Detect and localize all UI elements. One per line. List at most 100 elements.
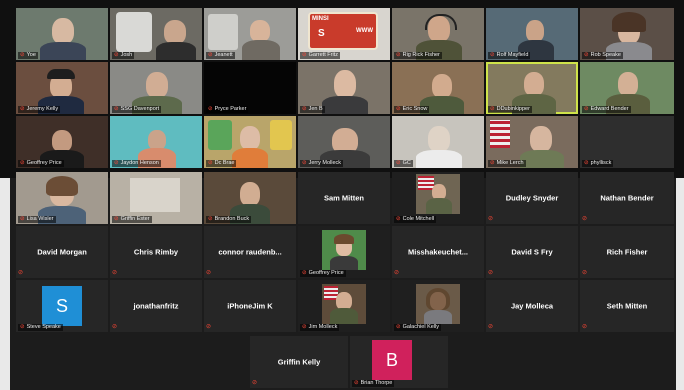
participant-tile-dc-brae[interactable]: ⊘ Dc Brae	[204, 116, 296, 168]
geoffrey-video	[322, 230, 366, 270]
participant-tile-rick[interactable]: ⊘ Rig Rick Fisher	[392, 8, 484, 60]
participant-tile-yoe[interactable]: ⊘ Yoe	[16, 8, 108, 60]
participant-name: ⊘ Galachiel Kelly	[394, 324, 441, 331]
galachiel-video	[416, 284, 460, 324]
participant-tile-jerry-molleck[interactable]: ⊘ Jerry Molleck	[298, 116, 390, 168]
minsi-patch: MINSI S WWW	[308, 12, 378, 50]
patch-text-minsi: MINSI	[312, 16, 329, 22]
muted-mic-icon: ⊘	[252, 380, 258, 386]
muted-mic-icon: ⊘	[302, 270, 307, 276]
wolf-drawing	[208, 14, 238, 50]
participant-name-center: Rich Fisher	[606, 247, 648, 257]
participant-tile-steve-speake[interactable]: S ⊘ Steve Speake	[16, 280, 108, 332]
cole-video	[416, 174, 460, 214]
participant-tile-sso-davenport[interactable]: ⊘ SSG Davenport	[110, 62, 202, 114]
muted-mic-icon: ⊘	[490, 106, 495, 112]
muted-mic-icon: ⊘	[114, 160, 119, 166]
participant-tile-mike-lerch[interactable]: ⊘ Mike Lerch	[486, 116, 578, 168]
muted-mic-icon: ⊘	[208, 106, 213, 112]
participant-tile-jeanett[interactable]: ⊘ Jeanett	[204, 8, 296, 60]
participant-tile-gc[interactable]: ⊘ GC	[392, 116, 484, 168]
participant-name: ⊘ Yoe	[18, 52, 38, 59]
patch-text-s: S	[318, 28, 325, 39]
scout-patch-left	[208, 120, 232, 150]
muted-mic-icon: ⊘	[488, 270, 494, 276]
participant-name: ⊘ Josh	[112, 52, 135, 59]
participant-tile-josh[interactable]: ⊘ Josh	[110, 8, 202, 60]
participant-name: ⊘ SSG Davenport	[112, 106, 162, 113]
participant-tile-rob-speake[interactable]: ⊘ Rob Speake	[580, 8, 674, 60]
participant-tile-jay-molleca[interactable]: Jay Molleca ⊘	[486, 280, 578, 332]
patch-text-www: WWW	[356, 28, 373, 34]
participant-name: ⊘ Rob Speake	[582, 52, 623, 59]
participant-tile-jen[interactable]: ⊘ Jen B	[298, 62, 390, 114]
participant-name: ⊘ Rolf Mayfield	[488, 52, 531, 59]
participant-body	[156, 42, 196, 60]
participant-name-center: Misshakeuchet...	[407, 247, 469, 257]
muted-mic-icon: ⊘	[208, 216, 213, 222]
participant-name-center: Seth Mitten	[606, 301, 648, 311]
participant-name: ⊘ Lisa Wisler	[18, 216, 56, 223]
muted-mic-icon: ⊘	[20, 216, 25, 222]
participant-body	[424, 310, 452, 324]
participant-tile-connor[interactable]: connor raudenb... ⊘	[204, 226, 296, 278]
participant-body	[242, 40, 280, 60]
participant-tile-geoffrey-top[interactable]: ⊘ Geoffrey Price	[16, 116, 108, 168]
participant-tile-misshakeuchet[interactable]: Misshakeuchet... ⊘	[392, 226, 484, 278]
participant-name: ⊘ Rig Rick Fisher	[394, 52, 442, 59]
avatar-initial: B	[385, 349, 398, 370]
participant-tile-iphonejim[interactable]: iPhoneJim K ⊘	[204, 280, 296, 332]
participant-body	[520, 150, 564, 168]
participant-tile-galachiel-kelly[interactable]: ⊘ Galachiel Kelly	[392, 280, 484, 332]
participant-tile-geoffrey-price[interactable]: ⊘ Geoffrey Price	[298, 226, 390, 278]
participant-tile-rolf[interactable]: ⊘ Rolf Mayfield	[486, 8, 578, 60]
participant-tile-nathan-bender[interactable]: Nathan Bender ⊘	[580, 172, 674, 224]
participant-body	[232, 148, 268, 168]
meeting-gallery: ⊘ Yoe ⊘ Josh ⊘ Jeanett MINSI S WWW ⊘ Garrett…	[0, 0, 684, 390]
participant-tile-lisa-wisler[interactable]: ⊘ Lisa Wisler	[16, 172, 108, 224]
flag	[490, 120, 510, 148]
participant-tile-cole-mitchell[interactable]: ⊘ Cole Mitchell	[392, 172, 484, 224]
participant-tile-phyllisck[interactable]: ⊘ phyllisck	[580, 116, 674, 168]
participant-tile-dustin[interactable]: ⊘ DDubinkipper	[486, 62, 578, 114]
hair	[426, 288, 450, 310]
participant-name-center: iPhoneJim K	[227, 301, 273, 311]
participant-tile-garrett[interactable]: MINSI S WWW ⊘ Garrett Fritz	[298, 8, 390, 60]
participant-name: ⊘ Edward Bender	[582, 106, 631, 113]
participant-tile-griffin-kelly[interactable]: Griffin Kelly ⊘	[250, 336, 348, 388]
participant-tile-seth-mitten[interactable]: Seth Mitten ⊘	[580, 280, 674, 332]
participant-tile-brian-thorpe[interactable]: B ⊘ Brian Thorpe	[350, 336, 448, 388]
participant-tile-brandon-buck[interactable]: ⊘ Brandon Buck	[204, 172, 296, 224]
participant-tile-david-s-fry[interactable]: David S Fry ⊘	[486, 226, 578, 278]
participant-name: ⊘ DDubinkipper	[488, 106, 532, 113]
wolf-drawing	[116, 12, 152, 52]
muted-mic-icon: ⊘	[302, 324, 307, 330]
participant-tile-david-morgan[interactable]: David Morgan ⊘	[16, 226, 108, 278]
participant-name: ⊘ Jeanett	[206, 52, 235, 59]
participant-name-center: Jay Molleca	[510, 301, 554, 311]
participant-name: ⊘ Jim Molleck	[300, 324, 340, 331]
participant-tile-jonathanfritz[interactable]: jonathanfritz ⊘	[110, 280, 202, 332]
participant-tile-jaydon[interactable]: ⊘ Jaydon Henson	[110, 116, 202, 168]
participant-tile-rich-fisher[interactable]: Rich Fisher ⊘	[580, 226, 674, 278]
participant-name: ⊘ Brandon Buck	[206, 216, 252, 223]
participant-tile-sam-mitten[interactable]: Sam Mitten	[298, 172, 390, 224]
participant-tile-dudley-snyder[interactable]: Dudley Snyder ⊘	[486, 172, 578, 224]
participant-tile-eric-snow[interactable]: ⊘ Eric Snow	[392, 62, 484, 114]
participant-name-center: Chris Rimby	[133, 247, 179, 257]
participant-face	[526, 20, 544, 42]
participant-tile-jeremy[interactable]: ⊘ Jeremy Kelly	[16, 62, 108, 114]
muted-mic-icon: ⊘	[488, 216, 494, 222]
participant-name-center: Griffin Kelly	[277, 357, 321, 367]
participant-tile-jim-molleck[interactable]: ⊘ Jim Molleck	[298, 280, 390, 332]
participant-tile-chris-rimby[interactable]: Chris Rimby ⊘	[110, 226, 202, 278]
participant-name: ⊘ Cole Mitchell	[394, 216, 437, 223]
participant-body	[322, 96, 368, 114]
participant-tile-griffin-ester[interactable]: ⊘ Griffin Ester	[110, 172, 202, 224]
participant-tile-edward[interactable]: ⊘ Edward Bender	[580, 62, 674, 114]
muted-mic-icon: ⊘	[20, 160, 25, 166]
muted-mic-icon: ⊘	[114, 106, 119, 112]
participant-name-center: Nathan Bender	[600, 193, 654, 203]
participant-face	[52, 18, 74, 44]
participant-tile-pryce[interactable]: ⊘ Pryce Parker	[204, 62, 296, 114]
